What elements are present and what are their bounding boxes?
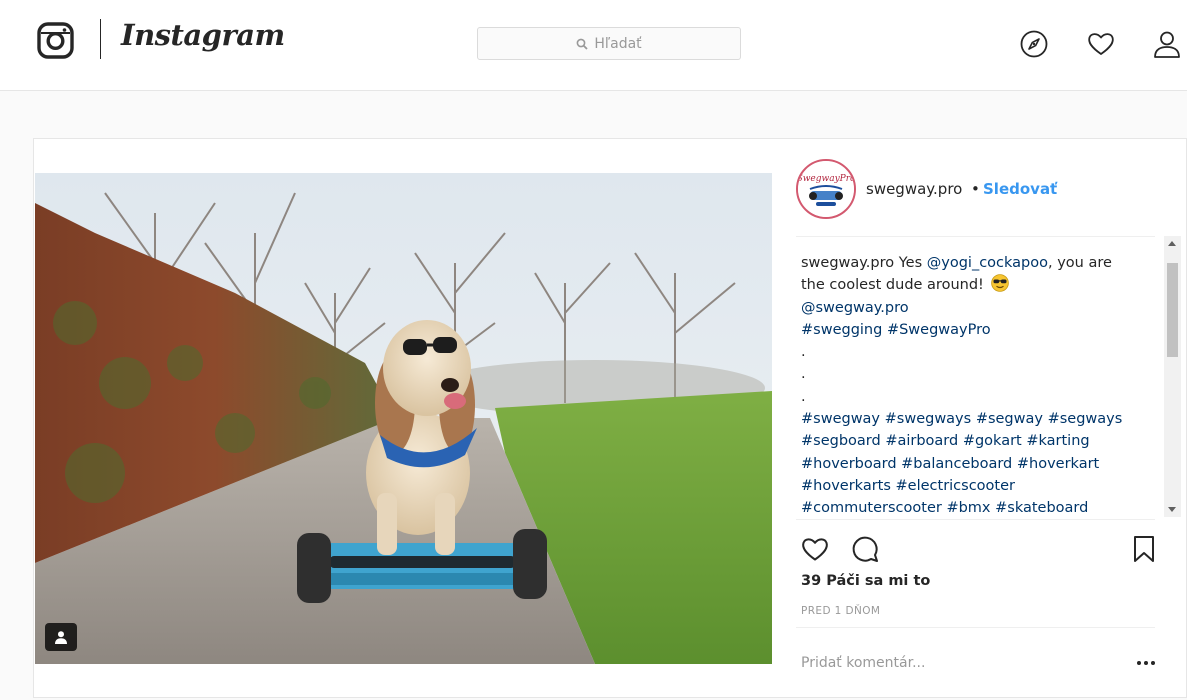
hashtag-link[interactable]: #airboard xyxy=(885,433,958,449)
hashtag-link[interactable]: #hoverboard xyxy=(801,456,897,472)
instagram-wordmark[interactable]: Instagram xyxy=(121,18,285,52)
hashtag-link[interactable]: #swegging xyxy=(801,322,882,338)
hashtag-link[interactable]: #commuterscooter xyxy=(801,500,942,516)
caption-dot: . xyxy=(801,388,806,405)
compass-icon[interactable] xyxy=(1019,29,1049,59)
more-dot xyxy=(1151,661,1155,665)
add-comment-input[interactable] xyxy=(801,651,1121,675)
caption-line: #hoverkarts #electricscooter xyxy=(801,475,1153,497)
more-dot xyxy=(1137,661,1141,665)
hashtag-link[interactable]: #segways xyxy=(1048,411,1123,427)
caption-line: #swegging #SwegwayPro xyxy=(801,319,1153,341)
search-input[interactable]: Hľadať xyxy=(477,27,741,60)
caption-line: swegway.pro Yes @yogi_cockapoo, you are xyxy=(801,252,1153,274)
scroll-up-arrow-icon[interactable] xyxy=(1168,241,1176,246)
more-options-button[interactable] xyxy=(1133,651,1159,675)
post-photo-scene xyxy=(35,173,772,664)
tagged-people-button[interactable] xyxy=(45,623,77,651)
post-side-panel: SwegwayPro swegway.pro • Sledovať swegwa… xyxy=(773,139,1187,699)
caption-line: the coolest dude around! xyxy=(801,274,1153,296)
follow-button[interactable]: Sledovať xyxy=(983,180,1057,198)
instagram-camera-logo-icon[interactable] xyxy=(37,22,74,59)
like-heart-icon[interactable] xyxy=(800,534,830,564)
caption-section: swegway.pro Yes @yogi_cockapoo, you are … xyxy=(801,252,1153,522)
more-dot xyxy=(1144,661,1148,665)
mention-link[interactable]: @swegway.pro xyxy=(801,300,909,316)
post-timestamp[interactable]: PRED 1 DŇOM xyxy=(801,605,880,617)
post-card: SwegwayPro swegway.pro • Sledovať swegwa… xyxy=(33,138,1187,698)
heart-icon[interactable] xyxy=(1086,29,1116,59)
hashtag-link[interactable]: #gokart xyxy=(963,433,1022,449)
caption-line: #commuterscooter #bmx #skateboard xyxy=(801,497,1153,519)
hashtag-link[interactable]: #balanceboard xyxy=(901,456,1012,472)
avatar-text: SwegwayPro xyxy=(798,174,854,184)
scroll-down-arrow-icon[interactable] xyxy=(1168,507,1176,512)
search-placeholder: Hľadať xyxy=(594,35,642,52)
author-avatar[interactable]: SwegwayPro xyxy=(796,159,856,219)
hashtag-link[interactable]: #electricscooter xyxy=(896,478,1015,494)
caption-line: #swegway #swegways #segway #segways xyxy=(801,408,1153,430)
hashtag-link[interactable]: #swegway xyxy=(801,411,880,427)
caption-dot: . xyxy=(801,366,806,383)
caption-line: @swegway.pro xyxy=(801,297,1153,319)
comment-bubble-icon[interactable] xyxy=(850,534,880,564)
hashtag-link[interactable]: #segway xyxy=(976,411,1043,427)
caption-username[interactable]: swegway.pro xyxy=(801,255,894,271)
hashtag-link[interactable]: #skateboard xyxy=(995,500,1088,516)
hashtag-link[interactable]: #hoverkart xyxy=(1017,456,1099,472)
hashtag-link[interactable]: #hoverkarts xyxy=(801,478,891,494)
hashtag-link[interactable]: #swegways xyxy=(885,411,972,427)
caption-text: the coolest dude around! xyxy=(801,277,984,294)
top-navigation-bar: Instagram Hľadať xyxy=(0,0,1187,91)
avatar-image: SwegwayPro xyxy=(798,161,854,217)
hashtag-link[interactable]: #karting xyxy=(1026,433,1089,449)
profile-icon[interactable] xyxy=(1152,29,1182,59)
hashtag-link[interactable]: #segboard xyxy=(801,433,881,449)
hashtag-link[interactable]: #bmx xyxy=(946,500,990,516)
sunglasses-emoji-icon xyxy=(991,274,1010,293)
header-divider xyxy=(796,236,1155,237)
caption-text: Yes xyxy=(898,255,927,271)
caption-dot: . xyxy=(801,344,806,361)
comment-divider xyxy=(796,627,1155,628)
like-count[interactable]: 39 Páči sa mi to xyxy=(801,573,930,589)
hashtag-link[interactable]: #SwegwayPro xyxy=(887,322,991,338)
actions-divider xyxy=(796,519,1155,520)
post-header: SwegwayPro swegway.pro • Sledovať xyxy=(773,139,1187,236)
post-author-username[interactable]: swegway.pro xyxy=(866,180,962,198)
logo-divider xyxy=(100,19,101,59)
caption-text: , you are xyxy=(1048,255,1112,271)
header-separator: • xyxy=(971,180,980,198)
caption-line: #segboard #airboard #gokart #karting xyxy=(801,430,1153,452)
caption-line: #hoverboard #balanceboard #hoverkart xyxy=(801,453,1153,475)
search-icon xyxy=(576,38,588,50)
mention-link[interactable]: @yogi_cockapoo xyxy=(927,255,1048,271)
scrollbar-thumb[interactable] xyxy=(1167,263,1178,357)
post-photo[interactable] xyxy=(35,173,772,664)
person-tag-icon xyxy=(55,631,67,644)
bookmark-icon[interactable] xyxy=(1129,534,1159,564)
caption-scrollbar[interactable] xyxy=(1164,236,1181,517)
